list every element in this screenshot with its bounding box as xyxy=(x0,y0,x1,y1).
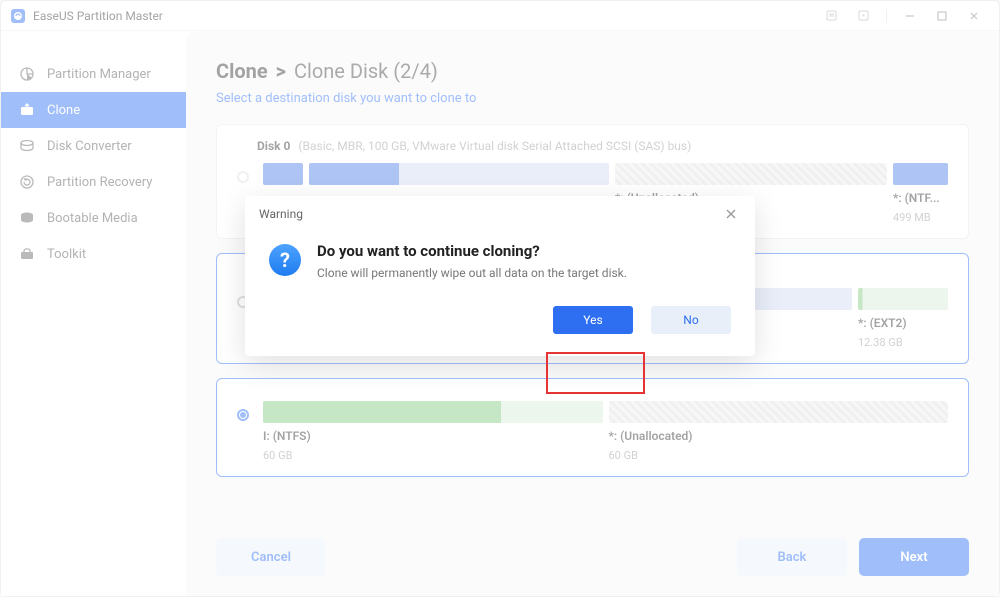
modal-yes-button[interactable]: Yes xyxy=(553,306,633,334)
modal-no-button[interactable]: No xyxy=(651,306,731,334)
modal-heading: Do you want to continue cloning? xyxy=(317,242,627,260)
question-icon: ? xyxy=(269,244,301,276)
modal-close-button[interactable] xyxy=(721,204,741,224)
modal-message: Clone will permanently wipe out all data… xyxy=(317,266,627,280)
warning-modal: Warning ? Do you want to continue clonin… xyxy=(245,196,755,356)
modal-title: Warning xyxy=(259,207,303,221)
modal-overlay: Warning ? Do you want to continue clonin… xyxy=(0,0,1000,597)
